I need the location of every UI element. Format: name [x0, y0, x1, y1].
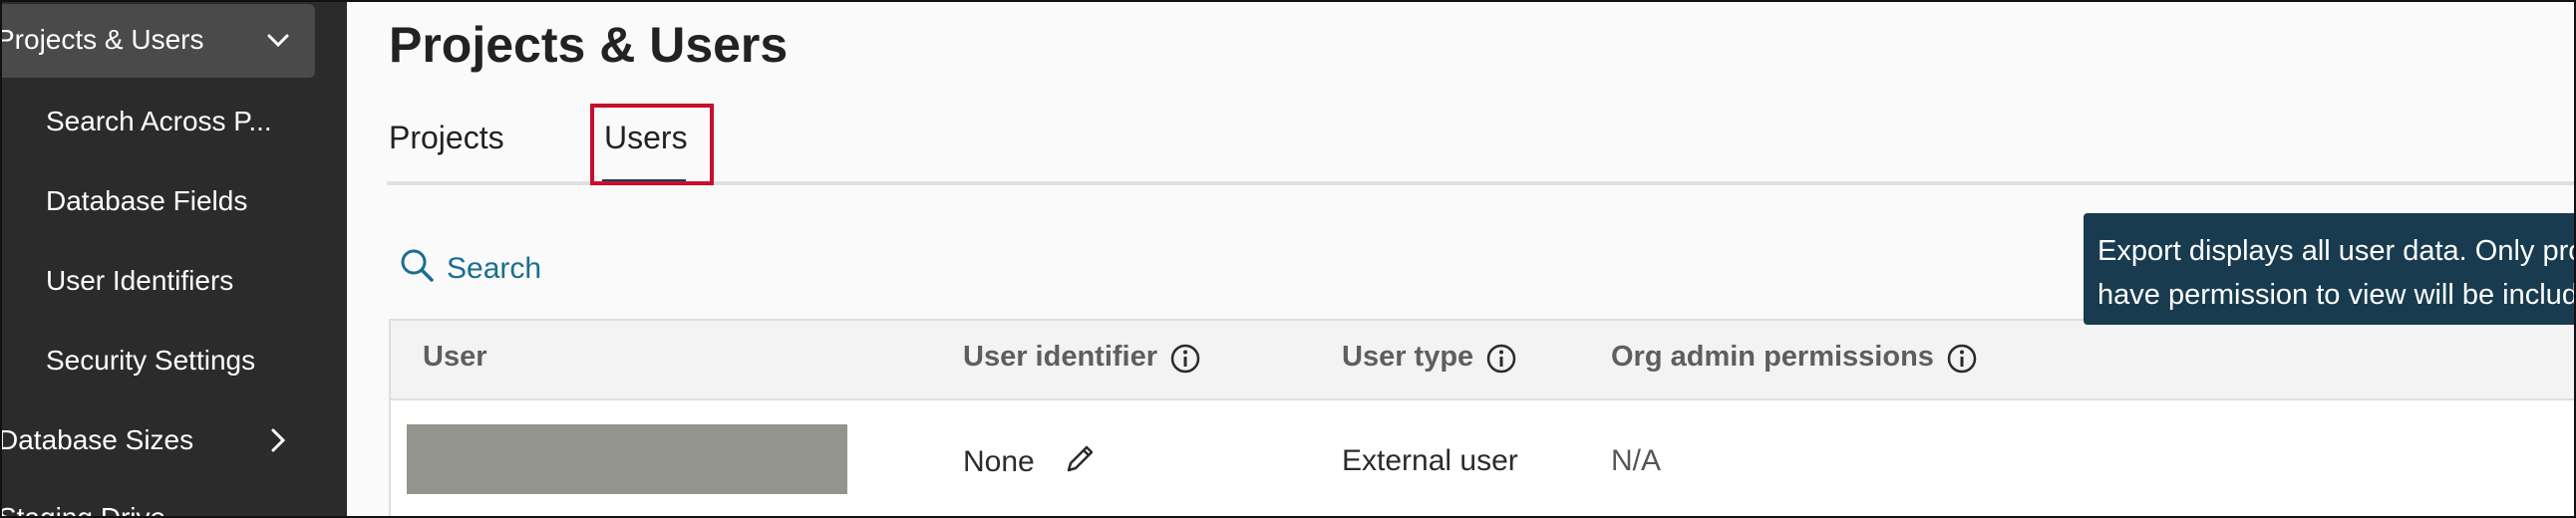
column-header-label: User type — [1342, 341, 1474, 373]
search-label: Search — [447, 252, 542, 285]
column-header-label: Org admin permissions — [1611, 341, 1934, 373]
user-type-cell: External user — [1342, 444, 1518, 477]
sidebar-item-label: Database Sizes — [0, 424, 194, 455]
column-header-user-type[interactable]: User type — [1342, 341, 1516, 374]
sidebar-item-label: Database Fields — [46, 185, 248, 216]
info-icon[interactable] — [1485, 343, 1516, 373]
sidebar: Projects & Users Search Across P... Data… — [0, 2, 347, 518]
sidebar-item-label: Staging Drive — [0, 502, 166, 518]
search-button[interactable]: Search — [399, 247, 541, 291]
sidebar-item-label: Security Settings — [46, 345, 256, 376]
user-identifier-value: None — [963, 445, 1035, 478]
info-icon[interactable] — [1169, 343, 1200, 373]
users-table: User User identifier User type Org admin… — [389, 319, 2574, 516]
column-header-label: User — [423, 341, 487, 373]
column-header-user[interactable]: User — [423, 341, 487, 374]
sidebar-item-label: User Identifiers — [46, 265, 234, 296]
column-header-org-admin[interactable]: Org admin permissions — [1611, 341, 1977, 374]
chevron-right-icon[interactable] — [269, 428, 287, 452]
app-frame: Projects & Users Search Across P... Data… — [0, 0, 2576, 518]
sidebar-item-projects-users[interactable]: Projects & Users — [2, 4, 315, 78]
sidebar-item-label: Search Across P... — [46, 106, 272, 136]
user-identifier-cell: None — [963, 440, 1099, 484]
export-tooltip: Export displays all user data. Only proj… — [2084, 213, 2574, 325]
page-title: Projects & Users — [389, 17, 789, 73]
tab-projects[interactable]: Projects — [389, 120, 504, 156]
main-content: Projects & Users Projects Users Search U… — [347, 2, 2574, 516]
chevron-down-icon[interactable] — [267, 32, 289, 50]
column-header-label: User identifier — [963, 341, 1157, 373]
column-header-user-identifier[interactable]: User identifier — [963, 341, 1200, 374]
org-admin-cell: N/A — [1611, 444, 1662, 477]
search-icon — [399, 247, 435, 291]
redacted-user-name — [407, 424, 847, 494]
users-tab-highlight — [590, 104, 714, 185]
info-icon[interactable] — [1946, 343, 1977, 373]
sidebar-item-label: Projects & Users — [0, 24, 204, 55]
tabs-divider — [387, 181, 2574, 185]
pencil-icon[interactable] — [1063, 440, 1099, 484]
table-header: User User identifier User type Org admin… — [391, 321, 2574, 400]
